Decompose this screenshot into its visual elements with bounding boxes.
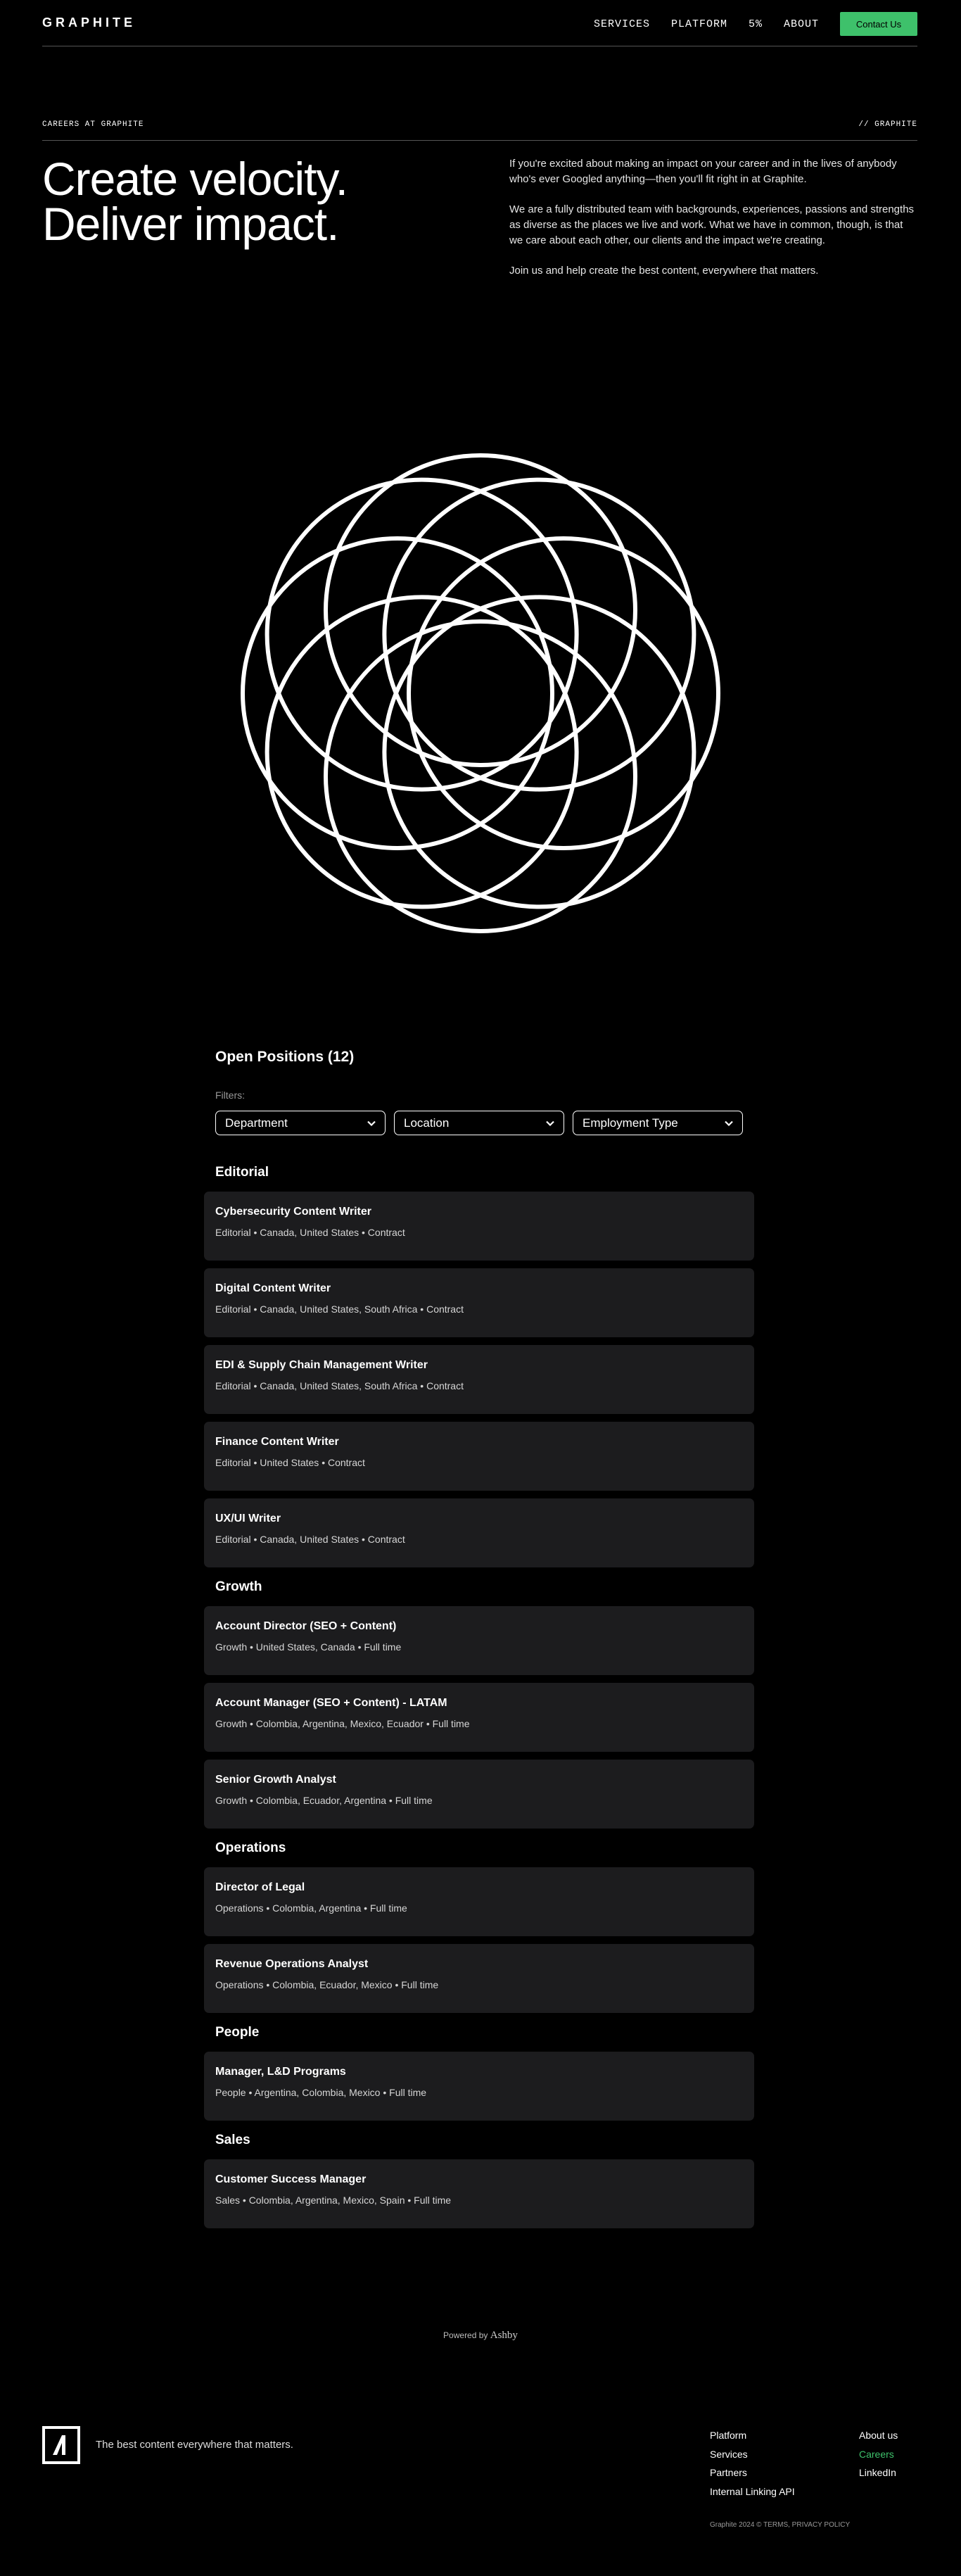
graphite-mark-icon bbox=[53, 2435, 65, 2455]
filters-label: Filters: bbox=[215, 1090, 245, 1101]
department-heading-editorial: Editorial bbox=[215, 1165, 269, 1180]
job-meta: Growth • Colombia, Ecuador, Argentina • … bbox=[215, 1795, 433, 1806]
location-filter[interactable]: Location bbox=[394, 1111, 564, 1135]
employment-type-filter[interactable]: Employment Type bbox=[573, 1111, 743, 1135]
job-title: Customer Success Manager bbox=[215, 2173, 367, 2185]
open-positions-title: Open Positions (12) bbox=[215, 1049, 355, 1065]
job-title: Director of Legal bbox=[215, 1881, 305, 1893]
careers-eyebrow: CAREERS AT GRAPHITE bbox=[42, 120, 144, 129]
footer-link-about[interactable]: About us bbox=[859, 2426, 898, 2445]
hero-paragraph: Join us and help create the best content… bbox=[509, 265, 819, 277]
nav-about[interactable]: ABOUT bbox=[784, 18, 819, 30]
footer-logo[interactable] bbox=[42, 2426, 80, 2464]
job-meta: Editorial • Canada, United States • Cont… bbox=[215, 1227, 405, 1238]
chevron-down-icon bbox=[367, 1120, 376, 1126]
rosette-graphic bbox=[241, 453, 720, 933]
nav-platform[interactable]: PLATFORM bbox=[671, 18, 727, 30]
hero-title: Create velocity. Deliver impact. bbox=[42, 153, 348, 250]
hero-paragraph: We are a fully distributed team with bac… bbox=[509, 203, 915, 246]
job-card[interactable]: Finance Content Writer Editorial • Unite… bbox=[204, 1422, 754, 1491]
site-header: GRAPHITE SERVICES PLATFORM 5% ABOUT Cont… bbox=[42, 0, 917, 46]
footer-link-partners[interactable]: Partners bbox=[710, 2463, 795, 2482]
nav-5-percent[interactable]: 5% bbox=[749, 18, 763, 30]
department-heading-sales: Sales bbox=[215, 2133, 250, 2147]
job-meta: Operations • Colombia, Ecuador, Mexico •… bbox=[215, 1979, 439, 1990]
job-title: UX/UI Writer bbox=[215, 1513, 281, 1524]
main-nav: SERVICES PLATFORM 5% ABOUT Contact Us bbox=[594, 12, 917, 36]
job-title: Senior Growth Analyst bbox=[215, 1774, 336, 1786]
powered-by-ashby[interactable]: Powered by Ashby bbox=[0, 2330, 961, 2342]
contact-us-button[interactable]: Contact Us bbox=[840, 12, 917, 36]
job-card[interactable]: Cybersecurity Content Writer Editorial •… bbox=[204, 1192, 754, 1261]
chevron-down-icon bbox=[546, 1120, 554, 1126]
job-card[interactable]: Customer Success Manager Sales • Colombi… bbox=[204, 2159, 754, 2228]
job-meta: Editorial • Canada, United States, South… bbox=[215, 1303, 464, 1315]
hero-description: If you're excited about making an impact… bbox=[509, 156, 917, 293]
job-meta: People • Argentina, Colombia, Mexico • F… bbox=[215, 2087, 427, 2098]
job-meta: Growth • United States, Canada • Full ti… bbox=[215, 1641, 402, 1653]
job-card[interactable]: EDI & Supply Chain Management Writer Edi… bbox=[204, 1345, 754, 1414]
job-card[interactable]: Account Director (SEO + Content) Growth … bbox=[204, 1606, 754, 1675]
job-title: Finance Content Writer bbox=[215, 1436, 339, 1448]
hero-title-line-2: Deliver impact. bbox=[42, 198, 339, 250]
department-heading-growth: Growth bbox=[215, 1579, 262, 1594]
job-title: Account Director (SEO + Content) bbox=[215, 1620, 397, 1632]
footer-link-internal-linking-api[interactable]: Internal Linking API bbox=[710, 2482, 795, 2501]
chevron-down-icon bbox=[725, 1120, 733, 1126]
footer-link-linkedin[interactable]: LinkedIn bbox=[859, 2463, 898, 2482]
employment-type-filter-label: Employment Type bbox=[583, 1116, 678, 1130]
open-positions-section: Open Positions (12) Filters: Department … bbox=[204, 1049, 754, 2236]
footer-copyright[interactable]: Graphite 2024 © TERMS, PRIVACY POLICY bbox=[710, 2521, 850, 2529]
job-card[interactable]: Manager, L&D Programs People • Argentina… bbox=[204, 2052, 754, 2121]
footer-link-services[interactable]: Services bbox=[710, 2445, 795, 2464]
powered-by-label: Powered by bbox=[443, 2330, 488, 2340]
department-heading-operations: Operations bbox=[215, 1841, 286, 1855]
job-meta: Editorial • Canada, United States, South… bbox=[215, 1380, 464, 1391]
job-card[interactable]: Digital Content Writer Editorial • Canad… bbox=[204, 1268, 754, 1337]
job-title: Cybersecurity Content Writer bbox=[215, 1206, 371, 1218]
job-meta: Sales • Colombia, Argentina, Mexico, Spa… bbox=[215, 2195, 452, 2206]
footer-link-platform[interactable]: Platform bbox=[710, 2426, 795, 2445]
footer-links-primary: Platform Services Partners Internal Link… bbox=[710, 2426, 795, 2501]
careers-eyebrow-row: CAREERS AT GRAPHITE // GRAPHITE bbox=[42, 118, 917, 141]
job-meta: Editorial • Canada, United States • Cont… bbox=[215, 1534, 405, 1545]
job-title: EDI & Supply Chain Management Writer bbox=[215, 1359, 428, 1371]
job-title: Revenue Operations Analyst bbox=[215, 1958, 369, 1970]
job-meta: Editorial • United States • Contract bbox=[215, 1457, 365, 1468]
job-title: Digital Content Writer bbox=[215, 1282, 331, 1294]
ashby-logo: Ashby bbox=[490, 2330, 518, 2341]
location-filter-label: Location bbox=[404, 1116, 450, 1130]
department-filter[interactable]: Department bbox=[215, 1111, 386, 1135]
nav-services[interactable]: SERVICES bbox=[594, 18, 650, 30]
hero-paragraph: If you're excited about making an impact… bbox=[509, 158, 897, 185]
job-title: Account Manager (SEO + Content) - LATAM bbox=[215, 1697, 447, 1709]
graphite-logo[interactable]: GRAPHITE bbox=[42, 15, 136, 30]
footer-link-careers[interactable]: Careers bbox=[859, 2445, 898, 2464]
job-card[interactable]: UX/UI Writer Editorial • Canada, United … bbox=[204, 1498, 754, 1567]
department-heading-people: People bbox=[215, 2025, 260, 2040]
job-card[interactable]: Revenue Operations Analyst Operations • … bbox=[204, 1944, 754, 2013]
filters-bar: Department Location Employment Type bbox=[215, 1111, 754, 1135]
footer-links-secondary: About us Careers LinkedIn bbox=[859, 2426, 898, 2482]
job-card[interactable]: Director of Legal Operations • Colombia,… bbox=[204, 1867, 754, 1936]
job-card[interactable]: Account Manager (SEO + Content) - LATAM … bbox=[204, 1683, 754, 1752]
hero-title-line-1: Create velocity. bbox=[42, 153, 348, 205]
job-title: Manager, L&D Programs bbox=[215, 2066, 346, 2078]
job-meta: Operations • Colombia, Argentina • Full … bbox=[215, 1902, 407, 1914]
department-filter-label: Department bbox=[225, 1116, 288, 1130]
job-meta: Growth • Colombia, Argentina, Mexico, Ec… bbox=[215, 1718, 470, 1729]
graphite-tag: // GRAPHITE bbox=[858, 120, 917, 129]
footer-tagline: The best content everywhere that matters… bbox=[96, 2439, 293, 2451]
job-card[interactable]: Senior Growth Analyst Growth • Colombia,… bbox=[204, 1760, 754, 1829]
